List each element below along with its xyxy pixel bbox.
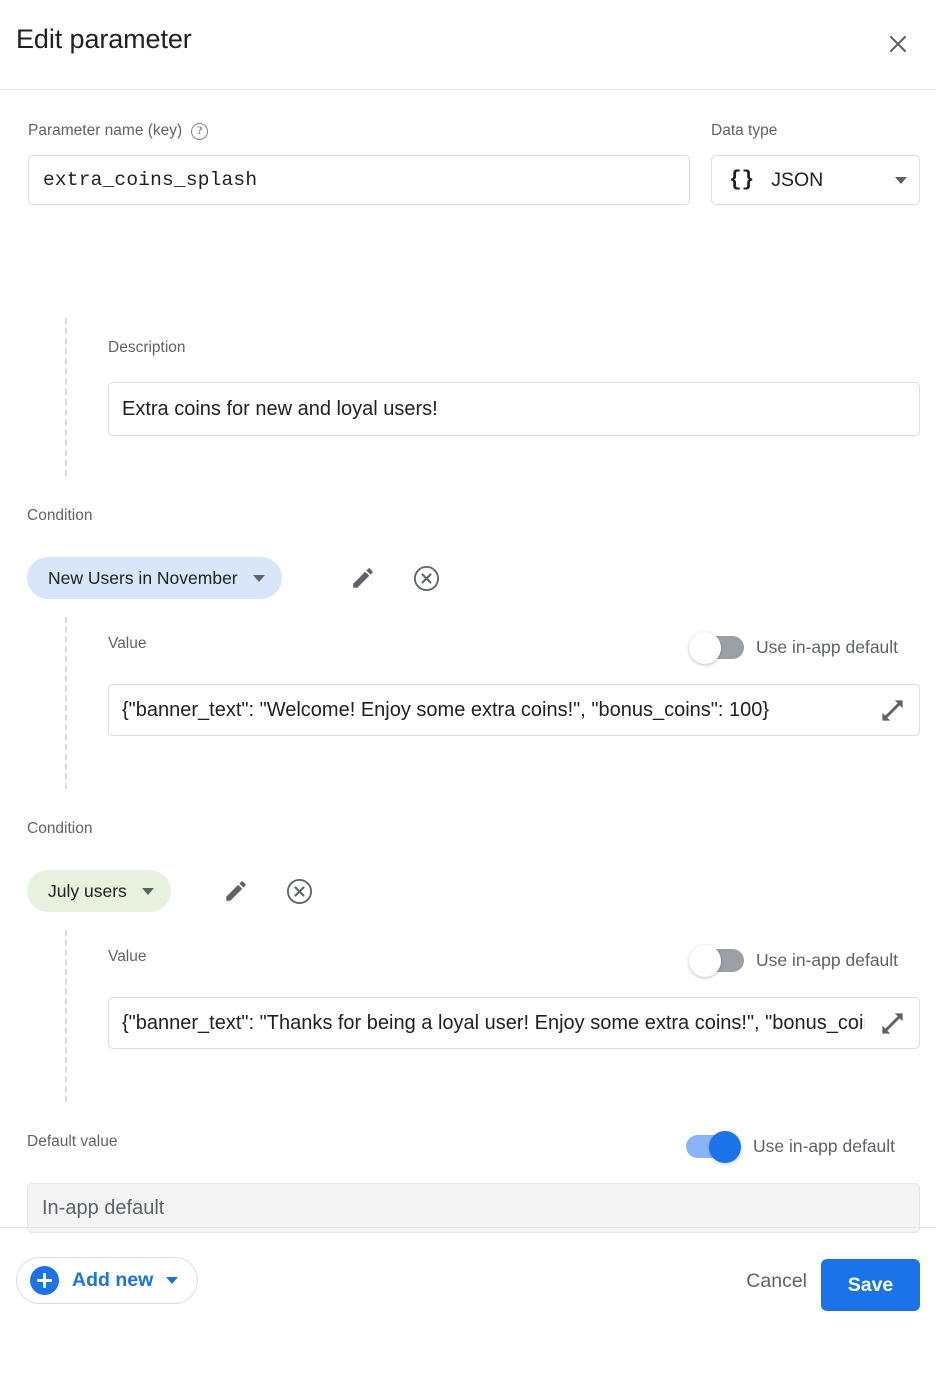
- toggle-switch: [689, 636, 744, 659]
- condition-chip-label-2: July users: [48, 881, 127, 902]
- dialog-header: Edit parameter: [0, 0, 936, 90]
- edit-parameter-dialog: Edit parameter Parameter name (key) ? Da…: [0, 0, 936, 1380]
- description-guide-line: [65, 318, 67, 476]
- data-type-select[interactable]: {} JSON: [711, 155, 920, 205]
- toggle-label-2: Use in-app default: [756, 950, 898, 971]
- chevron-down-icon: [166, 1277, 178, 1284]
- default-value-placeholder: In-app default: [42, 1197, 164, 1220]
- condition-guide-line-2: [65, 930, 67, 1102]
- condition-label-2: Condition: [27, 820, 93, 838]
- description-input[interactable]: Extra coins for new and loyal users!: [108, 382, 920, 436]
- value-input-2[interactable]: {"banner_text": "Thanks for being a loya…: [108, 997, 920, 1049]
- condition-guide-line-1: [65, 617, 67, 789]
- chevron-down-icon: [142, 888, 154, 895]
- toggle-knob: [709, 1131, 741, 1163]
- close-icon[interactable]: [880, 26, 916, 62]
- value-text-1: {"banner_text": "Welcome! Enjoy some ext…: [122, 699, 865, 722]
- parameter-name-value: extra_coins_splash: [43, 169, 257, 191]
- parameter-name-input[interactable]: extra_coins_splash: [28, 155, 690, 205]
- condition-chip-1[interactable]: New Users in November: [27, 557, 282, 599]
- remove-condition-button-2[interactable]: [282, 874, 316, 908]
- parameter-name-label: Parameter name (key): [28, 122, 182, 140]
- toggle-label-1: Use in-app default: [756, 637, 898, 658]
- toggle-knob: [689, 945, 721, 977]
- page-title: Edit parameter: [16, 24, 192, 55]
- toggle-knob: [689, 632, 721, 664]
- condition-label-1: Condition: [27, 507, 93, 525]
- expand-icon[interactable]: [865, 998, 919, 1048]
- remove-condition-button-1[interactable]: [409, 561, 443, 595]
- use-in-app-default-toggle-2[interactable]: Use in-app default: [689, 949, 898, 972]
- data-type-value: JSON: [771, 169, 823, 192]
- parameter-name-label-wrap: Parameter name (key) ?: [28, 122, 208, 140]
- default-value-input: In-app default: [27, 1183, 920, 1233]
- chevron-down-icon: [895, 177, 907, 184]
- condition-chip-2[interactable]: July users: [27, 870, 171, 912]
- toggle-label-default: Use in-app default: [753, 1136, 895, 1157]
- value-input-1[interactable]: {"banner_text": "Welcome! Enjoy some ext…: [108, 684, 920, 736]
- help-icon[interactable]: ?: [191, 123, 208, 140]
- use-in-app-default-toggle-1[interactable]: Use in-app default: [689, 636, 898, 659]
- plus-circle-icon: [30, 1266, 59, 1295]
- value-label-1: Value: [108, 635, 147, 653]
- value-label-2: Value: [108, 948, 147, 966]
- expand-icon[interactable]: [865, 685, 919, 735]
- json-braces-icon: {}: [729, 169, 754, 192]
- description-label: Description: [108, 339, 186, 357]
- use-in-app-default-toggle-default[interactable]: Use in-app default: [686, 1135, 895, 1158]
- toggle-switch: [689, 949, 744, 972]
- cancel-button[interactable]: Cancel: [730, 1258, 823, 1304]
- add-new-button[interactable]: Add new: [16, 1257, 198, 1304]
- description-value: Extra coins for new and loyal users!: [122, 398, 438, 421]
- toggle-switch: [686, 1135, 741, 1158]
- value-text-2: {"banner_text": "Thanks for being a loya…: [122, 1012, 865, 1035]
- edit-condition-button-1[interactable]: [346, 561, 380, 595]
- default-value-label: Default value: [27, 1133, 117, 1151]
- condition-chip-label-1: New Users in November: [48, 568, 238, 589]
- data-type-label: Data type: [711, 122, 777, 140]
- add-new-label: Add new: [72, 1269, 153, 1292]
- save-button[interactable]: Save: [821, 1259, 920, 1311]
- chevron-down-icon: [253, 575, 265, 582]
- edit-condition-button-2[interactable]: [219, 874, 253, 908]
- dialog-footer: Add new Cancel Save: [0, 1227, 936, 1380]
